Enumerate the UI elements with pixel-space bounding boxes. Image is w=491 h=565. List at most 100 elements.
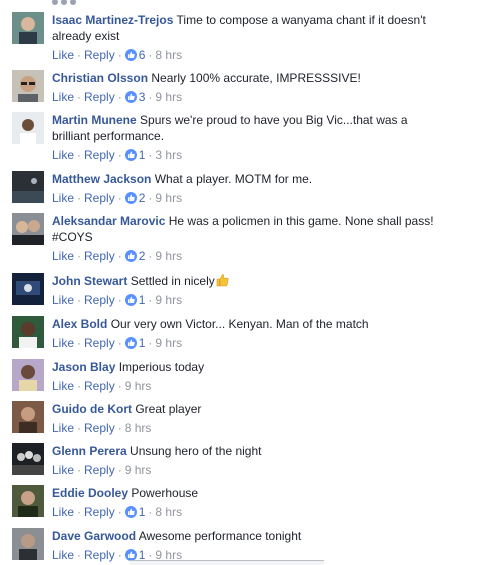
commenter-name[interactable]: Alex Bold [52, 317, 107, 331]
comment-text: Unsung hero of the night [130, 444, 262, 458]
avatar[interactable] [12, 213, 44, 245]
comment-actions: Like · Reply · 3 · 9 hrs [52, 89, 439, 105]
comment-actions: Like · Reply · 9 hrs [52, 462, 439, 478]
meta-separator: · [77, 463, 82, 477]
like-button[interactable]: Like [52, 48, 74, 62]
reply-button[interactable]: Reply [84, 548, 115, 562]
avatar[interactable] [12, 273, 44, 305]
commenter-name[interactable]: Jason Blay [52, 360, 115, 374]
avatar[interactable] [12, 528, 44, 560]
reply-button[interactable]: Reply [84, 336, 115, 350]
meta-separator: · [148, 48, 153, 62]
avatar[interactable] [12, 443, 44, 475]
avatar[interactable] [12, 171, 44, 203]
comment-timestamp[interactable]: 9 hrs [125, 379, 152, 393]
reply-button[interactable]: Reply [84, 148, 115, 162]
meta-separator: · [148, 249, 153, 263]
meta-separator: · [77, 505, 82, 519]
comment-body: Guido de Kort Great player Like · Reply · 8 … [52, 401, 439, 436]
reply-button[interactable]: Reply [84, 505, 115, 519]
commenter-name[interactable]: Eddie Dooley [52, 486, 128, 500]
meta-separator: · [117, 505, 122, 519]
comment-timestamp[interactable]: 8 hrs [155, 505, 182, 519]
like-reaction-icon[interactable] [124, 294, 137, 306]
like-reaction-icon[interactable] [124, 250, 137, 262]
avatar[interactable] [12, 12, 44, 44]
reply-button[interactable]: Reply [84, 293, 115, 307]
reply-button[interactable]: Reply [84, 463, 115, 477]
reply-button[interactable]: Reply [84, 379, 115, 393]
reply-button[interactable]: Reply [84, 48, 115, 62]
meta-separator: · [148, 90, 153, 104]
like-button[interactable]: Like [52, 293, 74, 307]
avatar[interactable] [12, 485, 44, 517]
commenter-name[interactable]: Aleksandar Marovic [52, 214, 165, 228]
like-button[interactable]: Like [52, 379, 74, 393]
avatar[interactable] [12, 112, 44, 144]
commenter-name[interactable]: Christian Olsson [52, 71, 148, 85]
avatar[interactable] [12, 359, 44, 391]
avatar-group [12, 443, 44, 475]
like-button[interactable]: Like [52, 336, 74, 350]
meta-separator: · [117, 148, 122, 162]
comment-actions: Like · Reply · 2 · 9 hrs [52, 248, 439, 264]
meta-separator: · [117, 293, 122, 307]
reply-button[interactable]: Reply [84, 249, 115, 263]
like-reaction-icon[interactable] [124, 506, 137, 518]
like-reaction-icon[interactable] [124, 337, 137, 349]
commenter-name[interactable]: John Stewart [52, 274, 127, 288]
comment-timestamp[interactable]: 9 hrs [155, 336, 182, 350]
reply-button[interactable]: Reply [84, 191, 115, 205]
reply-button[interactable]: Reply [84, 421, 115, 435]
comment-timestamp[interactable]: 9 hrs [155, 249, 182, 263]
meta-separator: · [117, 548, 122, 562]
meta-separator: · [117, 90, 122, 104]
like-button[interactable]: Like [52, 249, 74, 263]
meta-separator: · [148, 336, 153, 350]
like-button[interactable]: Like [52, 463, 74, 477]
comment-body: Eddie Dooley Powerhouse Like · Reply · 1 · 8 h… [52, 485, 439, 520]
comment-timestamp[interactable]: 9 hrs [155, 293, 182, 307]
like-button[interactable]: Like [52, 548, 74, 562]
meta-separator: · [117, 48, 122, 62]
avatar-dark [12, 171, 44, 203]
avatar[interactable] [12, 401, 44, 433]
thumbs-up-emoji [216, 274, 229, 287]
like-reaction-icon[interactable] [124, 49, 137, 61]
commenter-name[interactable]: Glenn Perera [52, 444, 127, 458]
commenter-name[interactable]: Isaac Martinez-Trejos [52, 13, 173, 27]
avatar-green [12, 316, 44, 348]
comment-timestamp[interactable]: 9 hrs [155, 191, 182, 205]
comment-timestamp[interactable]: 8 hrs [125, 421, 152, 435]
commenter-name[interactable]: Guido de Kort [52, 402, 132, 416]
comment-actions: Like · Reply · 1 · 8 hrs [52, 504, 439, 520]
like-reaction-icon[interactable] [124, 149, 137, 161]
avatar-teal [12, 12, 44, 44]
comment-body: Glenn Perera Unsung hero of the night Li… [52, 443, 439, 478]
comment-timestamp[interactable]: 9 hrs [125, 463, 152, 477]
reply-button[interactable]: Reply [84, 90, 115, 104]
comment-timestamp[interactable]: 9 hrs [155, 90, 182, 104]
like-reaction-icon[interactable] [124, 91, 137, 103]
like-button[interactable]: Like [52, 505, 74, 519]
like-button[interactable]: Like [52, 148, 74, 162]
like-reaction-icon[interactable] [124, 192, 137, 204]
avatar-olive [12, 485, 44, 517]
comment-body: Martin Munene Spurs we're proud to have … [52, 112, 439, 163]
commenter-name[interactable]: Martin Munene [52, 113, 137, 127]
commenter-name[interactable]: Matthew Jackson [52, 172, 151, 186]
meta-separator: · [117, 336, 122, 350]
commenter-name[interactable]: Dave Garwood [52, 529, 136, 543]
comment-timestamp[interactable]: 8 hrs [155, 48, 182, 62]
like-button[interactable]: Like [52, 191, 74, 205]
like-button[interactable]: Like [52, 90, 74, 104]
avatar[interactable] [12, 316, 44, 348]
avatar-light [12, 112, 44, 144]
avatar[interactable] [12, 70, 44, 102]
like-button[interactable]: Like [52, 421, 74, 435]
comment-actions: Like · Reply · 1 · 3 hrs [52, 147, 439, 163]
avatar-two [12, 213, 44, 245]
meta-separator: · [117, 249, 122, 263]
comment-actions: Like · Reply · 1 · 9 hrs [52, 292, 439, 308]
comment-timestamp[interactable]: 3 hrs [155, 148, 182, 162]
